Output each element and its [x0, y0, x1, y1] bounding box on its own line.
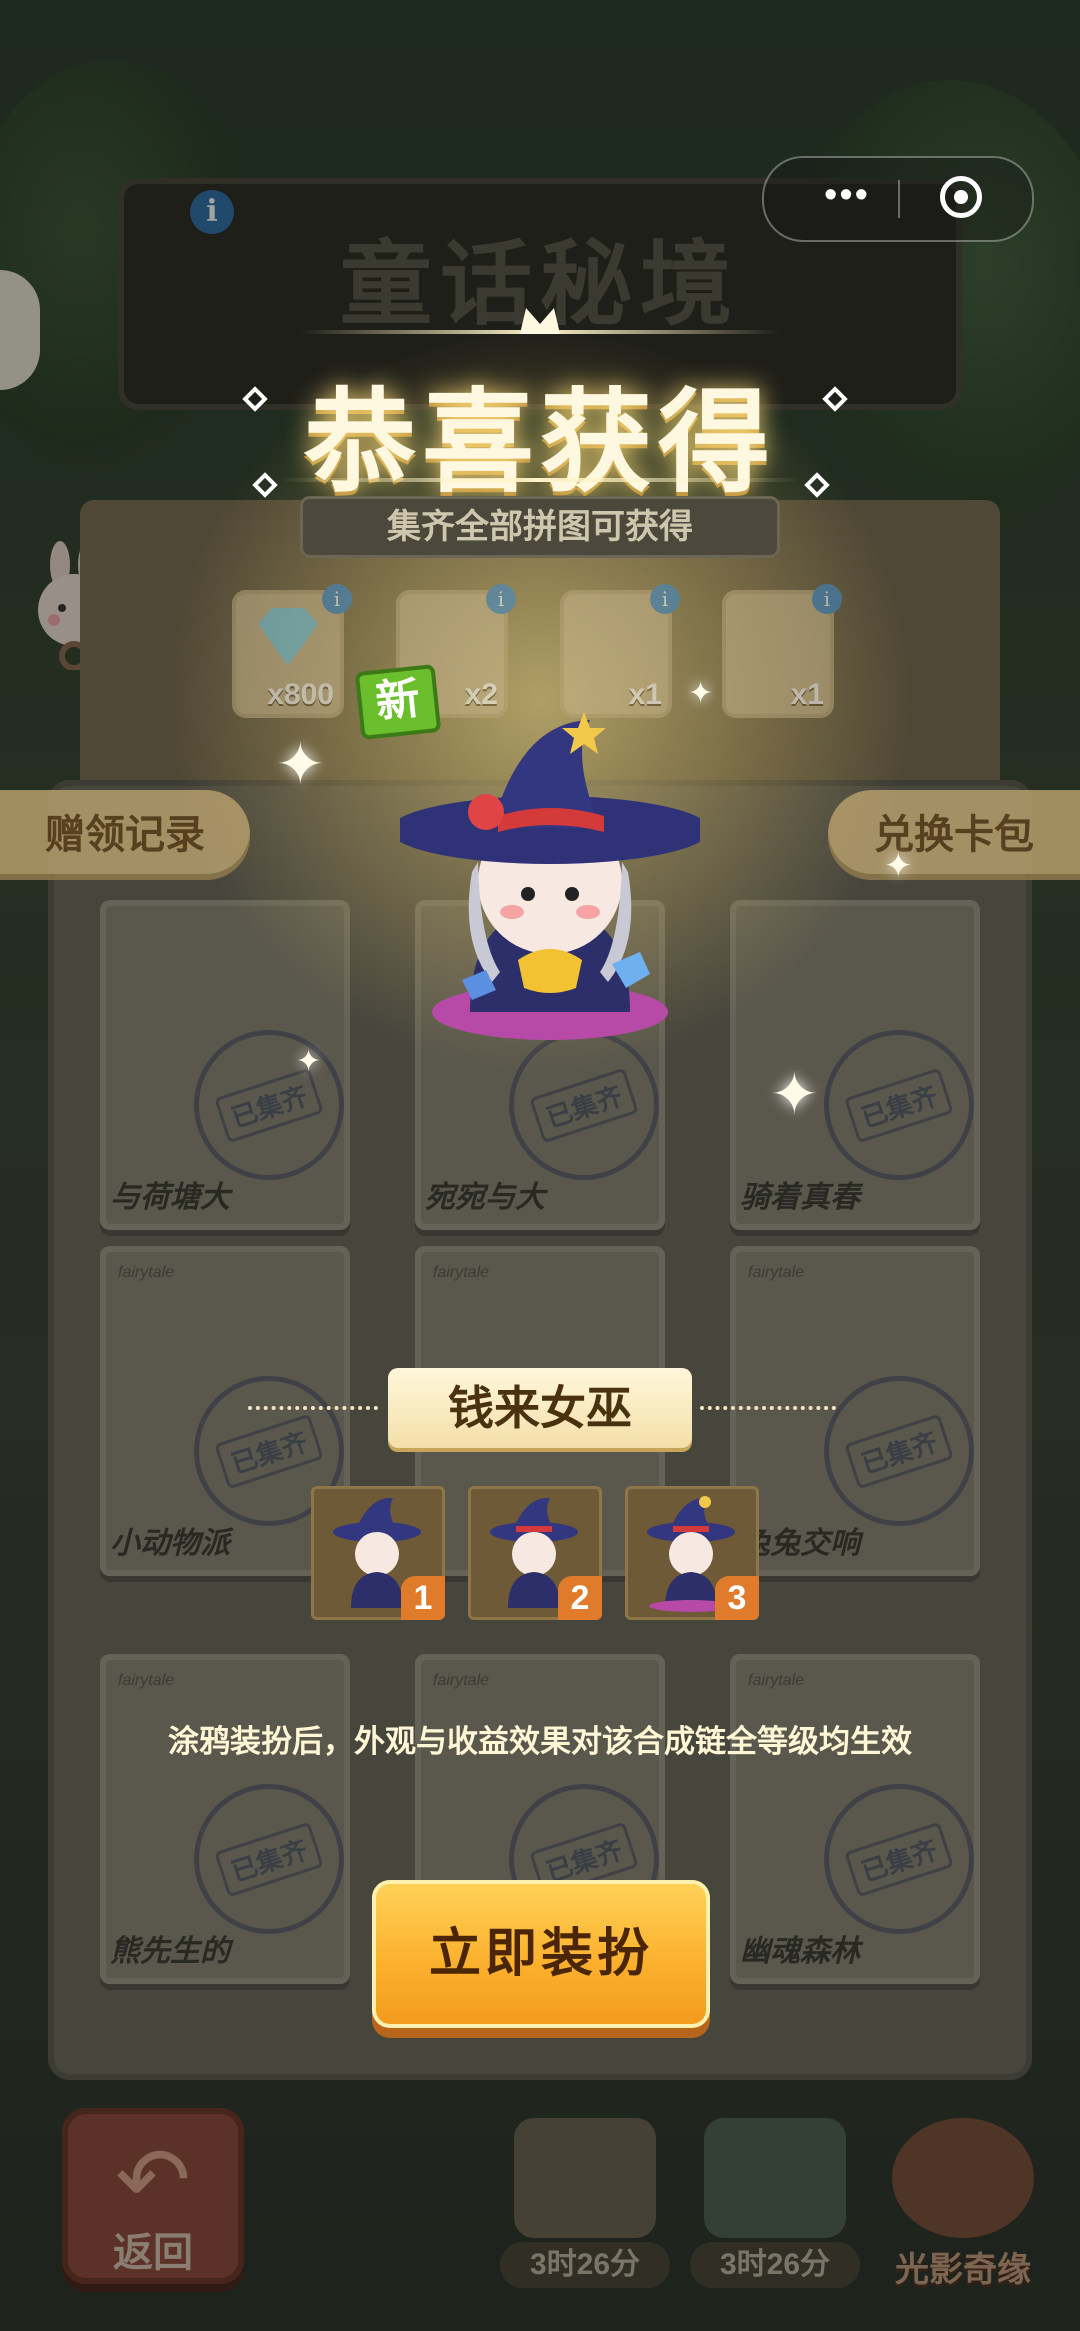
- reward-count: x1: [790, 678, 824, 711]
- info-icon: i: [812, 584, 842, 614]
- reward-frame: i x1: [560, 584, 680, 718]
- reward-count: x1: [628, 678, 662, 711]
- reward-witch: i x1: [722, 584, 842, 718]
- reward-diamond: i x800: [232, 584, 352, 718]
- sparkle-icon: ✦: [276, 732, 325, 797]
- crown-icon: [520, 308, 560, 334]
- equip-now-button[interactable]: 立即装扮: [372, 1880, 710, 2028]
- gift-record-tab[interactable]: 赠领记录: [0, 790, 250, 880]
- level-number: 3: [715, 1576, 759, 1620]
- info-icon: i: [322, 584, 352, 614]
- diamond-icon: [258, 608, 318, 666]
- sparkle-icon: ✦: [884, 847, 913, 885]
- title-line-bottom: [280, 478, 800, 482]
- close-target-icon[interactable]: [940, 176, 982, 218]
- level-2-skin[interactable]: 2: [468, 1486, 602, 1620]
- sparkle-icon: ✦: [770, 1062, 819, 1127]
- level-1-skin[interactable]: 1: [311, 1486, 445, 1620]
- info-icon: i: [650, 584, 680, 614]
- miniprogram-capsule: •••: [762, 156, 1034, 242]
- collect-hint-banner: 集齐全部拼图可获得: [300, 496, 780, 558]
- item-name-banner: 钱来女巫: [388, 1368, 692, 1448]
- info-icon: i: [486, 584, 516, 614]
- sparkle-icon: ✦: [688, 677, 714, 710]
- capsule-divider: [898, 180, 900, 218]
- level-number: 1: [401, 1576, 445, 1620]
- effect-note: 涂鸦装扮后，外观与收益效果对该合成链全等级均生效: [168, 1724, 912, 1759]
- exchange-pack-tab[interactable]: 兑换卡包: [828, 790, 1080, 880]
- reward-count: x2: [464, 678, 498, 711]
- congrats-title: 恭喜获得: [304, 380, 776, 505]
- dotted-line-right: [700, 1406, 836, 1410]
- more-icon[interactable]: •••: [792, 176, 902, 218]
- sparkle-icon: ✦: [296, 1045, 322, 1078]
- dotted-line-left: [248, 1406, 378, 1410]
- level-number: 2: [558, 1576, 602, 1620]
- reward-count: x800: [267, 678, 334, 711]
- level-3-skin[interactable]: 3: [625, 1486, 759, 1620]
- witch-character-icon: [400, 712, 700, 1040]
